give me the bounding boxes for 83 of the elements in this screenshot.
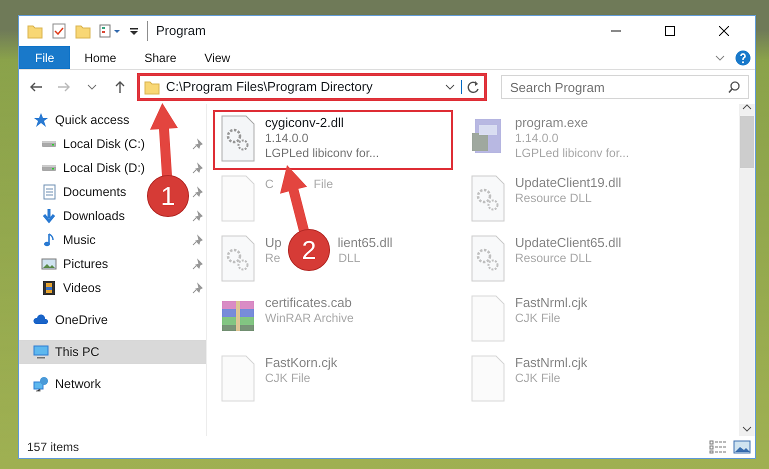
file-name: certificates.cab <box>265 295 352 311</box>
file-name: FastNrml.cjk <box>515 295 588 311</box>
file-name: Up <box>265 235 282 251</box>
ribbon-tab[interactable]: View <box>190 46 244 69</box>
drive-icon <box>41 140 57 148</box>
chevron-icon[interactable] <box>445 84 455 90</box>
sidebar-item[interactable]: This PC <box>19 340 206 364</box>
file-detail: Resource DLL <box>515 191 592 206</box>
large-icons-view-icon[interactable] <box>733 440 751 454</box>
file-icon <box>469 295 507 343</box>
annotation-arrow <box>280 165 309 232</box>
address-path: C:\Program Files\Program Directory <box>166 78 374 96</box>
star-icon <box>33 112 49 128</box>
item-count: 157 items <box>27 439 80 456</box>
pin-icon[interactable] <box>192 138 204 150</box>
ribbon-tab[interactable]: Home <box>70 46 130 69</box>
file-detail: File <box>314 177 334 192</box>
address-bar[interactable]: C:\Program Files\Program Directory <box>137 73 487 101</box>
pictures-icon <box>41 256 57 272</box>
scroll-down-icon[interactable] <box>742 426 752 432</box>
file-name: FastNrml.cjk <box>515 355 588 371</box>
file-name: FastKorn.cjk <box>265 355 338 371</box>
file-detail: 1.14.0.0 <box>265 131 308 146</box>
file-detail: CJK File <box>515 311 560 326</box>
sidebar-item[interactable]: Quick access <box>19 108 206 132</box>
file-name: lient65.dll <box>338 235 393 251</box>
ribbon-tab[interactable]: File <box>19 46 70 69</box>
file-detail: Re <box>265 251 280 266</box>
maximize-icon <box>665 26 675 36</box>
sidebar-item[interactable]: Videos <box>19 276 206 300</box>
dll-file-icon <box>219 115 257 163</box>
file-detail: LGPLed libiconv for... <box>265 146 380 161</box>
folder-icon <box>144 79 160 95</box>
pin-icon[interactable] <box>192 162 204 174</box>
search-icon <box>727 80 741 94</box>
pin-icon[interactable] <box>192 234 204 246</box>
file-detail: LGPLed libiconv for... <box>515 146 630 161</box>
dll-file-icon <box>469 235 507 283</box>
sidebar-item[interactable]: Network <box>19 372 206 396</box>
file-detail: 1.14.0.0 <box>515 131 558 146</box>
search-field[interactable]: Search Program <box>501 75 749 99</box>
details-view-icon[interactable] <box>709 440 727 454</box>
help-icon[interactable] <box>735 50 751 66</box>
folder-icon[interactable] <box>75 23 91 39</box>
file-icon <box>219 355 257 403</box>
scrollbar-thumb[interactable] <box>740 116 754 168</box>
dll-file-icon <box>219 235 257 283</box>
pin-icon[interactable] <box>192 282 204 294</box>
file-name: UpdateClient65.dll <box>515 235 622 251</box>
file-icon <box>219 175 257 223</box>
sidebar-item[interactable]: Pictures <box>19 252 206 276</box>
scrollbar[interactable] <box>739 104 755 436</box>
pin-icon[interactable] <box>192 210 204 222</box>
file-detail: CJK File <box>265 371 310 386</box>
film-icon <box>41 280 57 296</box>
chevron-icon[interactable] <box>715 54 725 60</box>
ribbon-tab[interactable]: Share <box>130 46 190 69</box>
document-icon <box>41 184 57 200</box>
sidebar-item[interactable]: OneDrive <box>19 308 206 332</box>
dll-file-icon <box>469 175 507 223</box>
drive-icon <box>41 164 57 172</box>
file-name: UpdateClient19.dll <box>515 175 622 191</box>
network-icon <box>33 376 49 392</box>
file-icon <box>469 355 507 403</box>
window-title: Program <box>147 21 206 41</box>
pin-icon[interactable] <box>192 186 204 198</box>
sidebar-item[interactable]: Music <box>19 228 206 252</box>
file-name: program.exe <box>515 115 588 131</box>
pin-icon[interactable] <box>192 258 204 270</box>
file-detail: DLL <box>338 251 360 266</box>
scroll-up-icon[interactable] <box>742 104 752 110</box>
close-icon <box>719 26 729 36</box>
checklist-icon[interactable] <box>51 23 67 39</box>
download-icon <box>41 208 57 224</box>
file-detail: Resource DLL <box>515 251 592 266</box>
file-name: cygiconv-2.dll <box>265 115 344 131</box>
folder-icon[interactable] <box>27 23 43 39</box>
computer-icon <box>33 344 49 360</box>
file-detail: CJK File <box>515 371 560 386</box>
properties-icon[interactable] <box>99 23 121 39</box>
file-detail: WinRAR Archive <box>265 311 354 326</box>
file-detail: C <box>265 177 274 192</box>
refresh-icon[interactable] <box>466 80 480 94</box>
